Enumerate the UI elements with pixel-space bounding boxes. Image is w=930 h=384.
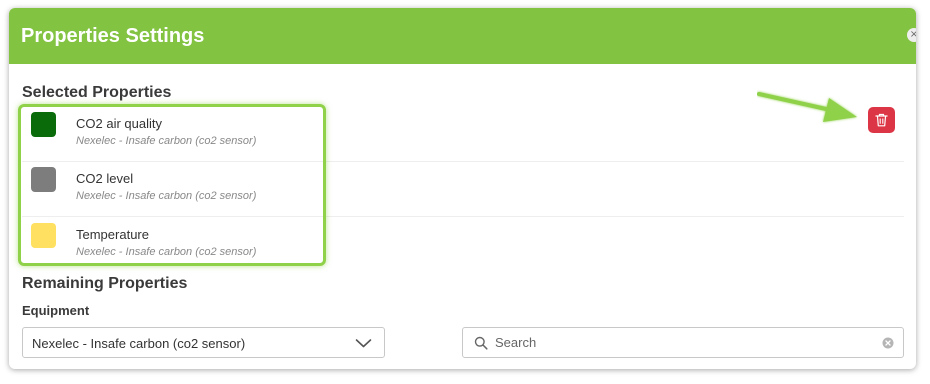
remaining-properties-title: Remaining Properties <box>22 275 188 292</box>
selected-properties-title: Selected Properties <box>22 84 172 101</box>
property-equipment: Nexelec - Insafe carbon (co2 sensor) <box>76 246 257 258</box>
color-swatch[interactable] <box>31 223 56 248</box>
equipment-select-value: Nexelec - Insafe carbon (co2 sensor) <box>32 336 246 351</box>
modal-header: Properties Settings × <box>9 8 916 64</box>
property-name: Temperature <box>76 227 149 242</box>
clear-icon[interactable] <box>882 337 894 349</box>
chevron-down-icon <box>355 339 372 348</box>
property-equipment: Nexelec - Insafe carbon (co2 sensor) <box>76 190 257 202</box>
modal-title: Properties Settings <box>21 25 205 47</box>
property-equipment: Nexelec - Insafe carbon (co2 sensor) <box>76 135 257 147</box>
color-swatch[interactable] <box>31 112 56 137</box>
property-name: CO2 air quality <box>76 116 162 131</box>
search-input[interactable] <box>495 329 875 356</box>
delete-button[interactable] <box>868 107 895 133</box>
annotation-arrow-icon <box>757 92 857 122</box>
search-field[interactable] <box>462 327 904 358</box>
color-swatch[interactable] <box>31 167 56 192</box>
equipment-label: Equipment <box>22 303 90 318</box>
equipment-select[interactable]: Nexelec - Insafe carbon (co2 sensor) <box>22 327 385 358</box>
property-name: CO2 level <box>76 171 134 186</box>
properties-settings-modal: Properties Settings × Selected Propertie… <box>9 8 916 369</box>
close-button[interactable]: × <box>907 28 916 42</box>
selected-property-row[interactable]: Temperature Nexelec - Insafe carbon (co2… <box>22 218 904 273</box>
search-icon <box>474 336 488 350</box>
selected-property-row[interactable]: CO2 level Nexelec - Insafe carbon (co2 s… <box>22 162 904 217</box>
trash-icon <box>875 113 888 127</box>
